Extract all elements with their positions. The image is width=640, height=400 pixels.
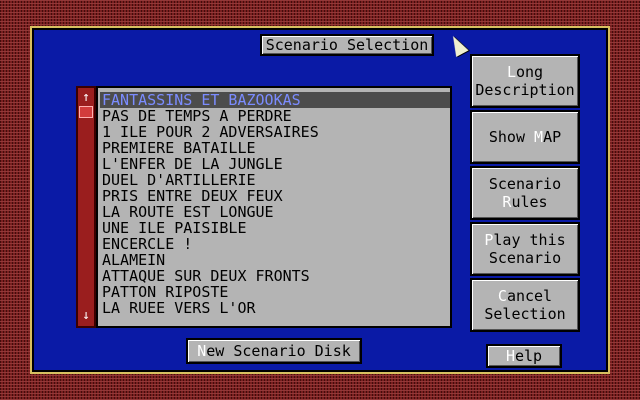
list-item[interactable]: ATTAQUE SUR DEUX FRONTS (100, 268, 450, 284)
list-item[interactable]: 1 ILE POUR 2 ADVERSAIRES (100, 124, 450, 140)
list-item[interactable]: PREMIERE BATAILLE (100, 140, 450, 156)
list-item[interactable]: ENCERCLE ! (100, 236, 450, 252)
list-item[interactable]: FANTASSINS ET BAZOOKAS (100, 92, 450, 108)
scenario-selection-dialog: Scenario Selection ↑ ↓ FANTASSINS ET BAZ… (30, 26, 610, 374)
list-item[interactable]: PAS DE TEMPS A PERDRE (100, 108, 450, 124)
long-description-button[interactable]: Long Description (470, 54, 580, 108)
list-item[interactable]: LA RUEE VERS L'OR (100, 300, 450, 316)
show-map-button[interactable]: Show MAP (470, 110, 580, 164)
list-item[interactable]: L'ENFER DE LA JUNGLE (100, 156, 450, 172)
scenario-list[interactable]: FANTASSINS ET BAZOOKAS PAS DE TEMPS A PE… (96, 86, 452, 328)
list-item[interactable]: LA ROUTE EST LONGUE (100, 204, 450, 220)
scrollbar-thumb[interactable] (79, 106, 93, 118)
list-scrollbar[interactable]: ↑ ↓ (76, 86, 96, 328)
list-item[interactable]: PATTON RIPOSTE (100, 284, 450, 300)
help-button[interactable]: Help (486, 344, 562, 368)
new-scenario-disk-button[interactable]: New Scenario Disk (186, 338, 362, 364)
scroll-up-arrow-icon[interactable]: ↑ (79, 90, 93, 106)
list-item[interactable]: DUEL D'ARTILLERIE (100, 172, 450, 188)
list-item[interactable]: UNE ILE PAISIBLE (100, 220, 450, 236)
list-item[interactable]: ALAMEIN (100, 252, 450, 268)
play-scenario-button[interactable]: Play this Scenario (470, 222, 580, 276)
scroll-down-arrow-icon[interactable]: ↓ (79, 308, 93, 324)
scenario-rules-button[interactable]: Scenario Rules (470, 166, 580, 220)
cancel-selection-button[interactable]: Cancel Selection (470, 278, 580, 332)
list-item[interactable]: PRIS ENTRE DEUX FEUX (100, 188, 450, 204)
dialog-title: Scenario Selection (260, 34, 434, 56)
